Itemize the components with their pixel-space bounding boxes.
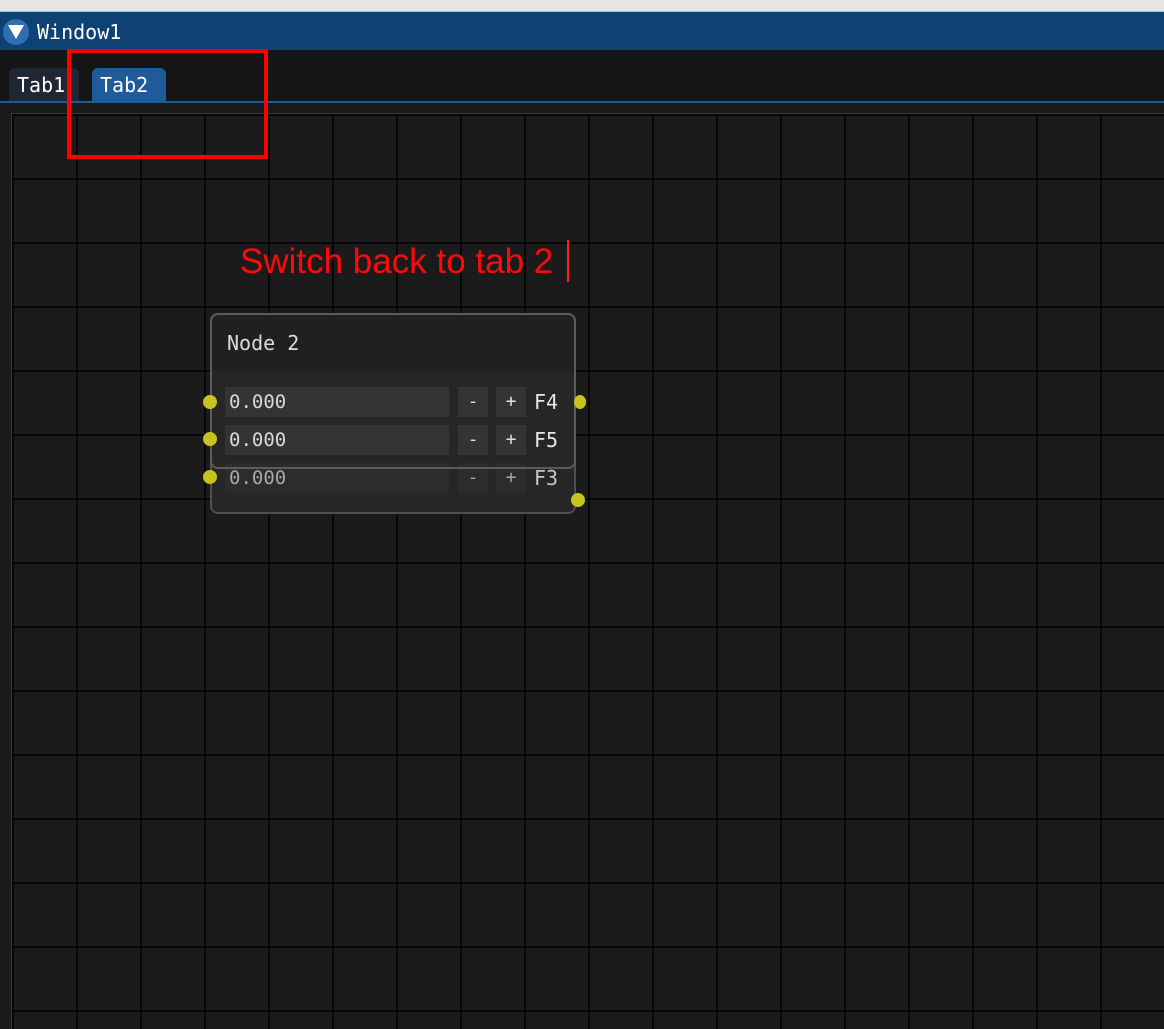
output-pin-f4[interactable]: [574, 395, 586, 409]
increment-button-f3[interactable]: +: [496, 463, 526, 493]
decrement-button-f3[interactable]: -: [458, 463, 488, 493]
value-field-f5[interactable]: 0.000: [225, 425, 449, 455]
text-caret: [567, 240, 569, 282]
node-row-f3: 0.000 - + F3: [0, 463, 1164, 493]
increment-button-f5[interactable]: +: [496, 425, 526, 455]
annotation-text: Switch back to tab 2: [240, 242, 554, 281]
value-field-f3[interactable]: 0.000: [225, 463, 449, 493]
decrement-button-f5[interactable]: -: [458, 425, 488, 455]
row-label-f5: F5: [534, 428, 559, 452]
window-title: Window1: [37, 20, 122, 44]
row-label-f4: F4: [534, 390, 559, 414]
collapse-triangle-icon[interactable]: [3, 19, 29, 45]
window-titlebar[interactable]: Window1: [0, 12, 1164, 50]
input-pin-f3[interactable]: [203, 470, 217, 484]
input-pin-f4[interactable]: [203, 395, 217, 409]
row-label-f3: F3: [534, 466, 559, 490]
node-row-f5: 0.000 - + F5: [0, 425, 1164, 455]
increment-button-f4[interactable]: +: [496, 387, 526, 417]
node-title: Node 2: [227, 331, 300, 355]
node-editor-canvas[interactable]: [11, 113, 1164, 1029]
highlight-box: [67, 49, 268, 159]
top-strip: [0, 0, 1164, 12]
value-field-f4[interactable]: 0.000: [225, 387, 449, 417]
input-pin-f5[interactable]: [203, 432, 217, 446]
output-pin-node[interactable]: [571, 493, 585, 507]
decrement-button-f4[interactable]: -: [458, 387, 488, 417]
node-title-bar[interactable]: Node 2: [212, 315, 574, 371]
